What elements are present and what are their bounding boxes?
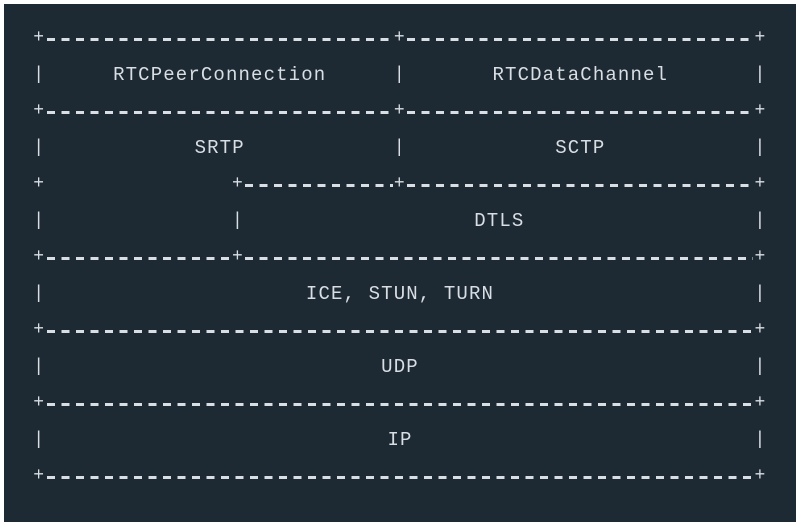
plus-glyph: +: [753, 97, 768, 125]
divider: + + + +: [32, 170, 768, 198]
dash-segment: [47, 462, 754, 490]
divider: + +: [32, 462, 768, 490]
bar-glyph: |: [32, 52, 47, 97]
stack-row-srtp-sctp: | SRTP | SCTP |: [32, 125, 768, 170]
bar-glyph: |: [32, 417, 47, 462]
bar-glyph: |: [393, 52, 408, 97]
plus-glyph: +: [32, 316, 47, 344]
cell-rtcpeerconnection: RTCPeerConnection: [47, 52, 393, 97]
bar-glyph: |: [32, 344, 47, 389]
diagram-container: + + + | RTCPeerConnection | RTCDataChann…: [0, 0, 800, 526]
divider: + +: [32, 316, 768, 344]
bar-glyph: |: [753, 271, 768, 316]
bar-glyph: |: [753, 417, 768, 462]
cell-empty: [47, 198, 231, 243]
bar-glyph: |: [32, 198, 47, 243]
bar-glyph: |: [753, 344, 768, 389]
cell-ice-stun-turn: ICE, STUN, TURN: [47, 271, 754, 316]
plus-glyph: +: [753, 24, 768, 52]
stack-row-ip: | IP |: [32, 417, 768, 462]
plus-glyph: +: [32, 24, 47, 52]
cell-rtcdatachannel: RTCDataChannel: [407, 52, 753, 97]
dash-segment: [47, 97, 393, 125]
cell-dtls: DTLS: [245, 198, 753, 243]
bar-glyph: |: [753, 125, 768, 170]
plus-glyph: +: [32, 97, 47, 125]
plus-glyph: +: [393, 24, 408, 52]
plus-glyph: +: [753, 462, 768, 490]
dash-segment: [47, 243, 231, 271]
dash-segment: [245, 170, 392, 198]
plus-glyph: +: [32, 462, 47, 490]
divider: + + +: [32, 243, 768, 271]
plus-glyph: +: [393, 97, 408, 125]
plus-glyph: +: [32, 170, 47, 198]
dash-segment: [47, 316, 754, 344]
cell-ip: IP: [47, 417, 754, 462]
plus-glyph: +: [753, 316, 768, 344]
dash-segment: [407, 170, 753, 198]
dash-segment: [47, 24, 393, 52]
dash-segment: [47, 389, 754, 417]
plus-glyph: +: [231, 170, 246, 198]
plus-glyph: +: [32, 243, 47, 271]
blank-segment: [47, 170, 231, 198]
divider: + + +: [32, 24, 768, 52]
cell-sctp: SCTP: [407, 125, 753, 170]
plus-glyph: +: [231, 243, 246, 271]
bar-glyph: |: [753, 52, 768, 97]
stack-row-apis: | RTCPeerConnection | RTCDataChannel |: [32, 52, 768, 97]
stack-row-udp: | UDP |: [32, 344, 768, 389]
bar-glyph: |: [32, 271, 47, 316]
plus-glyph: +: [753, 389, 768, 417]
divider: + +: [32, 389, 768, 417]
stack-row-dtls: | | DTLS |: [32, 198, 768, 243]
divider: + + +: [32, 97, 768, 125]
stack-row-ice: | ICE, STUN, TURN |: [32, 271, 768, 316]
cell-udp: UDP: [47, 344, 754, 389]
plus-glyph: +: [753, 170, 768, 198]
plus-glyph: +: [32, 389, 47, 417]
dash-segment: [407, 24, 753, 52]
bar-glyph: |: [753, 198, 768, 243]
plus-glyph: +: [753, 243, 768, 271]
dash-segment: [245, 243, 753, 271]
cell-srtp: SRTP: [47, 125, 393, 170]
plus-glyph: +: [393, 170, 408, 198]
bar-glyph: |: [32, 125, 47, 170]
bar-glyph: |: [393, 125, 408, 170]
bar-glyph: |: [231, 198, 246, 243]
ascii-stack-panel: + + + | RTCPeerConnection | RTCDataChann…: [4, 4, 796, 522]
dash-segment: [407, 97, 753, 125]
